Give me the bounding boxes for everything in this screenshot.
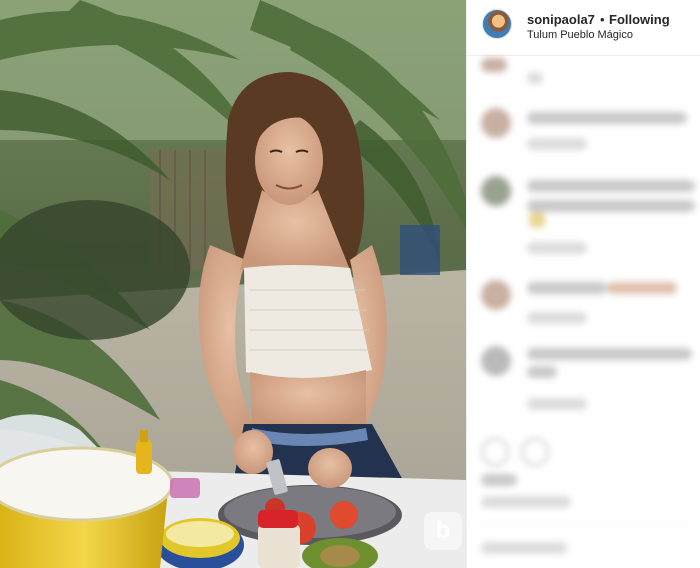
comment-text (527, 348, 692, 360)
separator-dot: • (600, 12, 605, 27)
photo-scene (0, 0, 466, 568)
location-link[interactable]: Tulum Pueblo Mágico (527, 29, 633, 41)
comment-icon[interactable] (521, 438, 549, 466)
comment-meta (527, 138, 587, 150)
comment-meta (527, 312, 587, 324)
comment-text (527, 200, 695, 212)
comment-avatar (481, 280, 511, 310)
heart-icon[interactable] (481, 438, 509, 466)
add-comment-input[interactable] (481, 542, 567, 554)
comment-text (527, 112, 687, 124)
comment-emoji (607, 282, 677, 294)
likes-count (481, 474, 517, 486)
profile-avatar[interactable] (482, 9, 512, 39)
comment-text (527, 282, 607, 294)
username-link[interactable]: sonipaola7 (527, 12, 595, 27)
comment-meta (527, 398, 587, 410)
comment-meta (527, 72, 543, 84)
comment-avatar (481, 108, 511, 138)
watermark-logo: b (424, 512, 462, 550)
comment-avatar (481, 176, 511, 206)
comment-text (527, 180, 695, 192)
comments-section (467, 56, 700, 568)
post-date (481, 496, 571, 508)
following-button[interactable]: Following (609, 12, 670, 27)
post-header: sonipaola7 • Following Tulum Pueblo Mági… (467, 0, 700, 56)
comment-text (527, 366, 557, 378)
comment-meta (527, 242, 587, 254)
divider (467, 524, 700, 525)
comment-emoji (529, 212, 545, 228)
comment-avatar (481, 346, 511, 376)
comment-avatar (481, 58, 507, 72)
post-side-panel: sonipaola7 • Following Tulum Pueblo Mági… (466, 0, 700, 568)
post-photo[interactable]: b (0, 0, 466, 568)
